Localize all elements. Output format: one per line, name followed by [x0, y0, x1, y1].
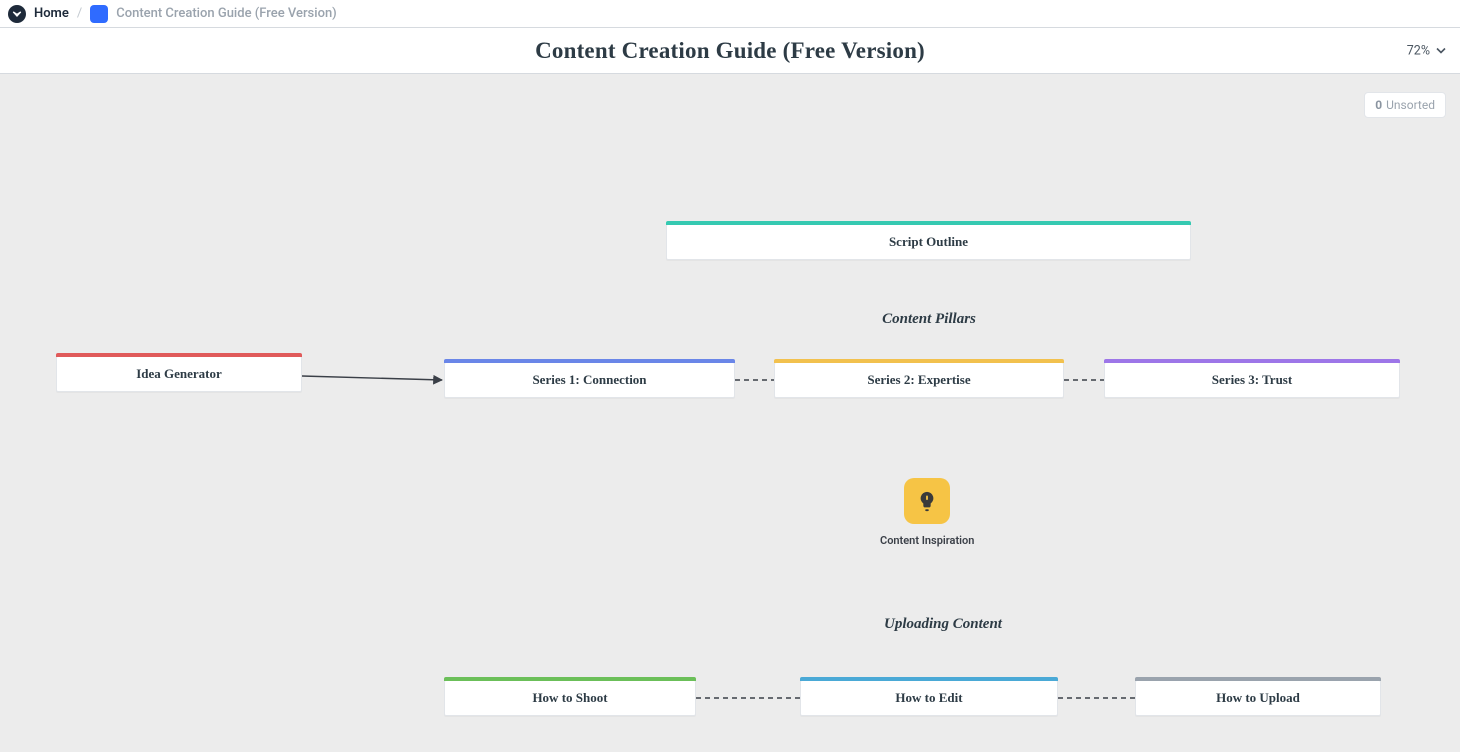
document-color-swatch: [90, 5, 108, 23]
breadcrumb-current[interactable]: Content Creation Guide (Free Version): [90, 5, 337, 23]
content-inspiration-label: Content Inspiration: [880, 534, 974, 547]
chevron-down-icon: [1436, 46, 1446, 56]
app-logo-icon[interactable]: [8, 5, 26, 23]
zoom-value: 72%: [1407, 43, 1430, 58]
card-series-connection[interactable]: Series 1: Connection: [444, 362, 735, 398]
canvas[interactable]: 0 Unsorted Content Pillars Uploading Con…: [0, 74, 1460, 752]
unsorted-badge[interactable]: 0 Unsorted: [1364, 92, 1446, 118]
card-label: How to Upload: [1216, 690, 1300, 706]
content-inspiration[interactable]: Content Inspiration: [880, 478, 974, 547]
lightbulb-icon: [904, 478, 950, 524]
connectors: [0, 74, 1460, 752]
section-heading-pillars: Content Pillars: [864, 311, 994, 328]
card-label: Series 1: Connection: [532, 372, 646, 388]
page-title: Content Creation Guide (Free Version): [535, 38, 925, 64]
card-label: Series 3: Trust: [1212, 372, 1292, 388]
unsorted-label: Unsorted: [1386, 98, 1435, 112]
breadcrumb-separator: /: [77, 6, 82, 21]
card-label: Script Outline: [889, 234, 968, 250]
card-how-to-upload[interactable]: How to Upload: [1135, 680, 1381, 716]
card-series-trust[interactable]: Series 3: Trust: [1104, 362, 1400, 398]
breadcrumb-bar: Home / Content Creation Guide (Free Vers…: [0, 0, 1460, 28]
section-heading-uploading: Uploading Content: [880, 616, 1006, 633]
card-label: Idea Generator: [136, 366, 222, 382]
breadcrumb-doc-label: Content Creation Guide (Free Version): [116, 6, 337, 21]
card-script-outline[interactable]: Script Outline: [666, 224, 1191, 260]
card-series-expertise[interactable]: Series 2: Expertise: [774, 362, 1064, 398]
card-label: How to Edit: [895, 690, 962, 706]
zoom-selector[interactable]: 72%: [1407, 43, 1446, 58]
card-how-to-shoot[interactable]: How to Shoot: [444, 680, 696, 716]
card-how-to-edit[interactable]: How to Edit: [800, 680, 1058, 716]
card-label: Series 2: Expertise: [867, 372, 970, 388]
unsorted-count: 0: [1375, 98, 1382, 112]
card-label: How to Shoot: [532, 690, 607, 706]
title-bar: Content Creation Guide (Free Version) 72…: [0, 28, 1460, 74]
card-idea-generator[interactable]: Idea Generator: [56, 356, 302, 392]
breadcrumb-home[interactable]: Home: [34, 6, 69, 21]
